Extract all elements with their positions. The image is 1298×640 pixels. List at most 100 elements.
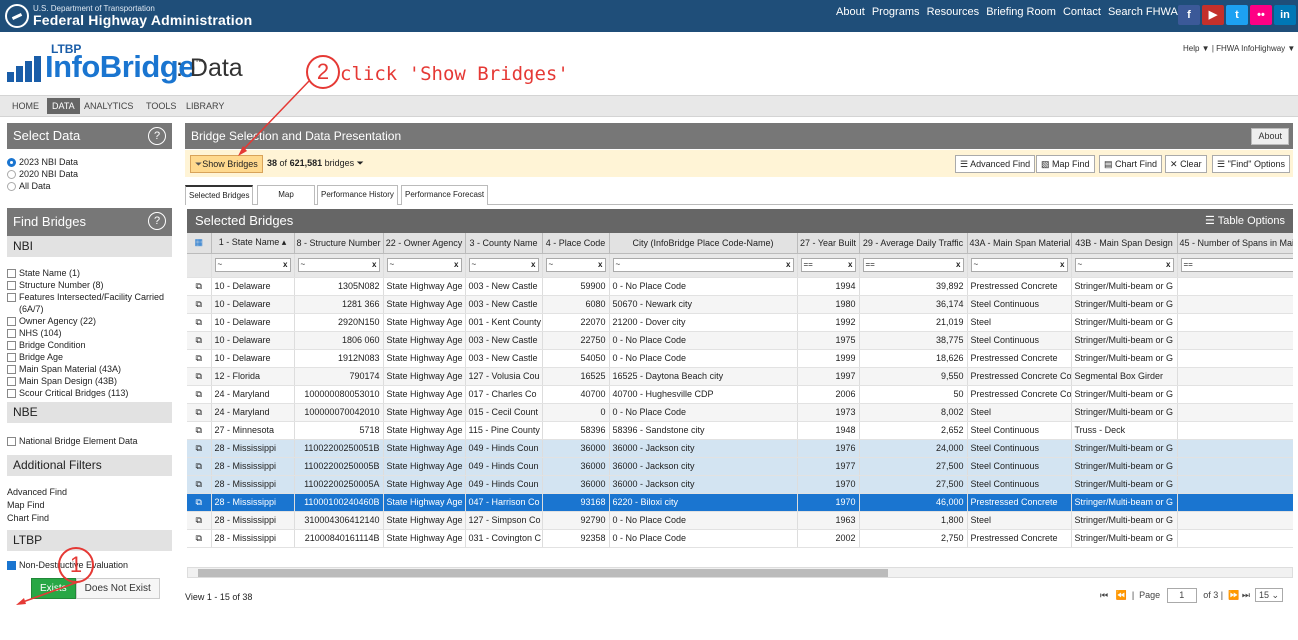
funnel-clear-icon[interactable]: ⏷ xyxy=(357,158,364,168)
table-row[interactable]: ⧉ 10 - Delaware 1912N083 State Highway Age 0… xyxy=(187,349,1293,368)
table-row[interactable]: ⧉ 10 - Delaware 1281 366 State Highway Age 0… xyxy=(187,295,1293,314)
bridge-detail-icon[interactable]: ⧉ xyxy=(187,457,212,476)
does-not-exist-button[interactable]: Does Not Exist xyxy=(75,578,160,599)
bridge-detail-icon[interactable]: ⧉ xyxy=(187,367,212,386)
page-number-input[interactable]: 1 xyxy=(1166,588,1197,603)
filter-bridge-age[interactable]: Bridge Age xyxy=(7,351,172,363)
column-filter[interactable]: ~ x xyxy=(1071,253,1178,278)
facebook-icon[interactable]: f xyxy=(1178,5,1200,25)
column-filter[interactable]: ~ x xyxy=(383,253,466,278)
dataset-2023[interactable]: 2023 NBI Data xyxy=(7,156,172,168)
flickr-icon[interactable]: •• xyxy=(1250,5,1272,25)
help-links[interactable]: Help ▼ | FHWA InfoHighway ▼ xyxy=(1183,44,1295,53)
clear-filter-icon[interactable]: x xyxy=(1166,259,1170,271)
filter-input[interactable]: ==x xyxy=(1180,258,1293,272)
clear-filter-icon[interactable]: x xyxy=(956,259,960,271)
infobridge-logo[interactable]: LTBP InfoBridge™ : Data xyxy=(7,42,267,87)
top-nav-contact[interactable]: Contact xyxy=(1063,6,1101,18)
chart-find-button[interactable]: ▤ Chart Find xyxy=(1099,155,1163,173)
col-span-design[interactable]: 43B - Main Span Design xyxy=(1071,233,1178,254)
col-place-code[interactable]: 4 - Place Code xyxy=(542,233,610,254)
filter-input[interactable]: ~ x xyxy=(386,258,462,272)
horizontal-scrollbar[interactable] xyxy=(187,567,1293,578)
twitter-icon[interactable]: t xyxy=(1226,5,1248,25)
column-filter[interactable]: ==x xyxy=(1177,253,1293,278)
filter-input[interactable]: ~ x xyxy=(545,258,606,272)
clear-filter-icon[interactable]: x xyxy=(598,259,602,271)
nav-analytics[interactable]: ANALYTICS xyxy=(84,101,133,111)
col-span-material[interactable]: 43A - Main Span Material xyxy=(967,233,1072,254)
prev-page-icon[interactable]: ⏪ xyxy=(1116,590,1127,600)
filter-input[interactable]: ~ x xyxy=(214,258,291,272)
column-filter[interactable]: ==x xyxy=(797,253,860,278)
filter-input[interactable]: ~ x xyxy=(612,258,794,272)
filter-input[interactable]: ==x xyxy=(800,258,856,272)
col-city[interactable]: City (InfoBridge Place Code-Name) xyxy=(609,233,798,254)
column-filter[interactable]: ~ x xyxy=(465,253,543,278)
top-nav-briefing-room[interactable]: Briefing Room xyxy=(986,6,1056,18)
last-page-icon[interactable]: ⏭ xyxy=(1242,590,1250,600)
filter-input[interactable]: ~ x xyxy=(1074,258,1174,272)
table-row[interactable]: ⧉ 28 - Mississippi 21000840161114B State Hi… xyxy=(187,529,1293,548)
filter-structure-number[interactable]: Structure Number (8) xyxy=(7,279,172,291)
col-adt[interactable]: 29 - Average Daily Traffic xyxy=(859,233,968,254)
table-row[interactable]: ⧉ 10 - Delaware 2920N150 State Highway Age 0… xyxy=(187,313,1293,332)
table-row[interactable]: ⧉ 12 - Florida 790174 State Highway Age 127 … xyxy=(187,367,1293,386)
table-row[interactable]: ⧉ 24 - Maryland 100000070042010 State Highw… xyxy=(187,403,1293,422)
link-advanced-find[interactable]: Advanced Find xyxy=(7,486,172,499)
table-row[interactable]: ⧉ 28 - Mississippi 310004306412140 State Hi… xyxy=(187,511,1293,530)
page-size-select[interactable]: 15 ⌄ xyxy=(1254,588,1283,602)
column-filter[interactable]: ~ x xyxy=(967,253,1072,278)
calendar-icon[interactable]: ▦ xyxy=(187,233,212,254)
filter-nbe-data[interactable]: National Bridge Element Data xyxy=(7,435,172,447)
bridge-detail-icon[interactable]: ⧉ xyxy=(187,295,212,314)
column-filter[interactable]: ~ x xyxy=(542,253,610,278)
top-nav-about[interactable]: About xyxy=(836,6,865,18)
youtube-icon[interactable]: ▶ xyxy=(1202,5,1224,25)
bridge-detail-icon[interactable]: ⧉ xyxy=(187,439,212,458)
table-row[interactable]: ⧉ 10 - Delaware 1305N082 State Highway Age 0… xyxy=(187,277,1293,296)
tab-performance-history[interactable]: Performance History xyxy=(317,185,398,205)
col-num-spans[interactable]: 45 - Number of Spans in Main Unit xyxy=(1177,233,1293,254)
filter-scour-critical[interactable]: Scour Critical Bridges (113) xyxy=(7,387,172,399)
nav-tools[interactable]: TOOLS xyxy=(146,101,176,111)
table-row[interactable]: ⧉ 24 - Maryland 100000080053010 State Highw… xyxy=(187,385,1293,404)
table-row[interactable]: ⧉ 28 - Mississippi 11002200250051B State Hi… xyxy=(187,439,1293,458)
clear-filter-icon[interactable]: x xyxy=(786,259,790,271)
filter-features-intersected[interactable]: Features Intersected/Facility Carried (6… xyxy=(7,291,172,315)
nav-data[interactable]: DATA xyxy=(47,98,80,114)
top-nav-programs[interactable]: Programs xyxy=(872,6,920,18)
nav-home[interactable]: HOME xyxy=(12,101,39,111)
clear-button[interactable]: ✕ Clear xyxy=(1165,155,1207,173)
clear-filter-icon[interactable]: x xyxy=(372,259,376,271)
dot-logo-icon[interactable] xyxy=(5,4,29,28)
dataset-2020[interactable]: 2020 NBI Data xyxy=(7,168,172,180)
bridge-detail-icon[interactable]: ⧉ xyxy=(187,511,212,530)
filter-main-span-design[interactable]: Main Span Design (43B) xyxy=(7,375,172,387)
next-page-icon[interactable]: ⏩ xyxy=(1228,590,1239,600)
bridge-detail-icon[interactable]: ⧉ xyxy=(187,529,212,548)
filter-state-name[interactable]: State Name (1) xyxy=(7,267,172,279)
linkedin-icon[interactable]: in xyxy=(1274,5,1296,25)
clear-filter-icon[interactable]: x xyxy=(848,259,852,271)
table-row[interactable]: ⧉ 28 - Mississippi 11000100240460B State Hi… xyxy=(187,493,1293,512)
bridge-detail-icon[interactable]: ⧉ xyxy=(187,421,212,440)
clear-filter-icon[interactable]: x xyxy=(531,259,535,271)
dataset-all[interactable]: All Data xyxy=(7,180,172,192)
show-bridges-button[interactable]: ⏷Show Bridges xyxy=(190,155,263,173)
bridge-detail-icon[interactable]: ⧉ xyxy=(187,277,212,296)
filter-bridge-condition[interactable]: Bridge Condition xyxy=(7,339,172,351)
column-filter[interactable]: ~ x xyxy=(211,253,295,278)
column-filter[interactable]: ~ x xyxy=(609,253,798,278)
bridge-detail-icon[interactable]: ⧉ xyxy=(187,493,212,512)
table-row[interactable]: ⧉ 27 - Minnesota 5718 State Highway Age 115 … xyxy=(187,421,1293,440)
map-find-button[interactable]: ▧ Map Find xyxy=(1036,155,1095,173)
table-row[interactable]: ⧉ 28 - Mississippi 11002200250005B State Hi… xyxy=(187,457,1293,476)
filter-owner-agency[interactable]: Owner Agency (22) xyxy=(7,315,172,327)
clear-filter-icon[interactable]: x xyxy=(283,259,287,271)
bridge-detail-icon[interactable]: ⧉ xyxy=(187,475,212,494)
agency-line2[interactable]: Federal Highway Administration xyxy=(33,12,252,28)
nav-library[interactable]: LIBRARY xyxy=(186,101,224,111)
bridge-detail-icon[interactable]: ⧉ xyxy=(187,385,212,404)
filter-input[interactable]: ~ x xyxy=(468,258,539,272)
